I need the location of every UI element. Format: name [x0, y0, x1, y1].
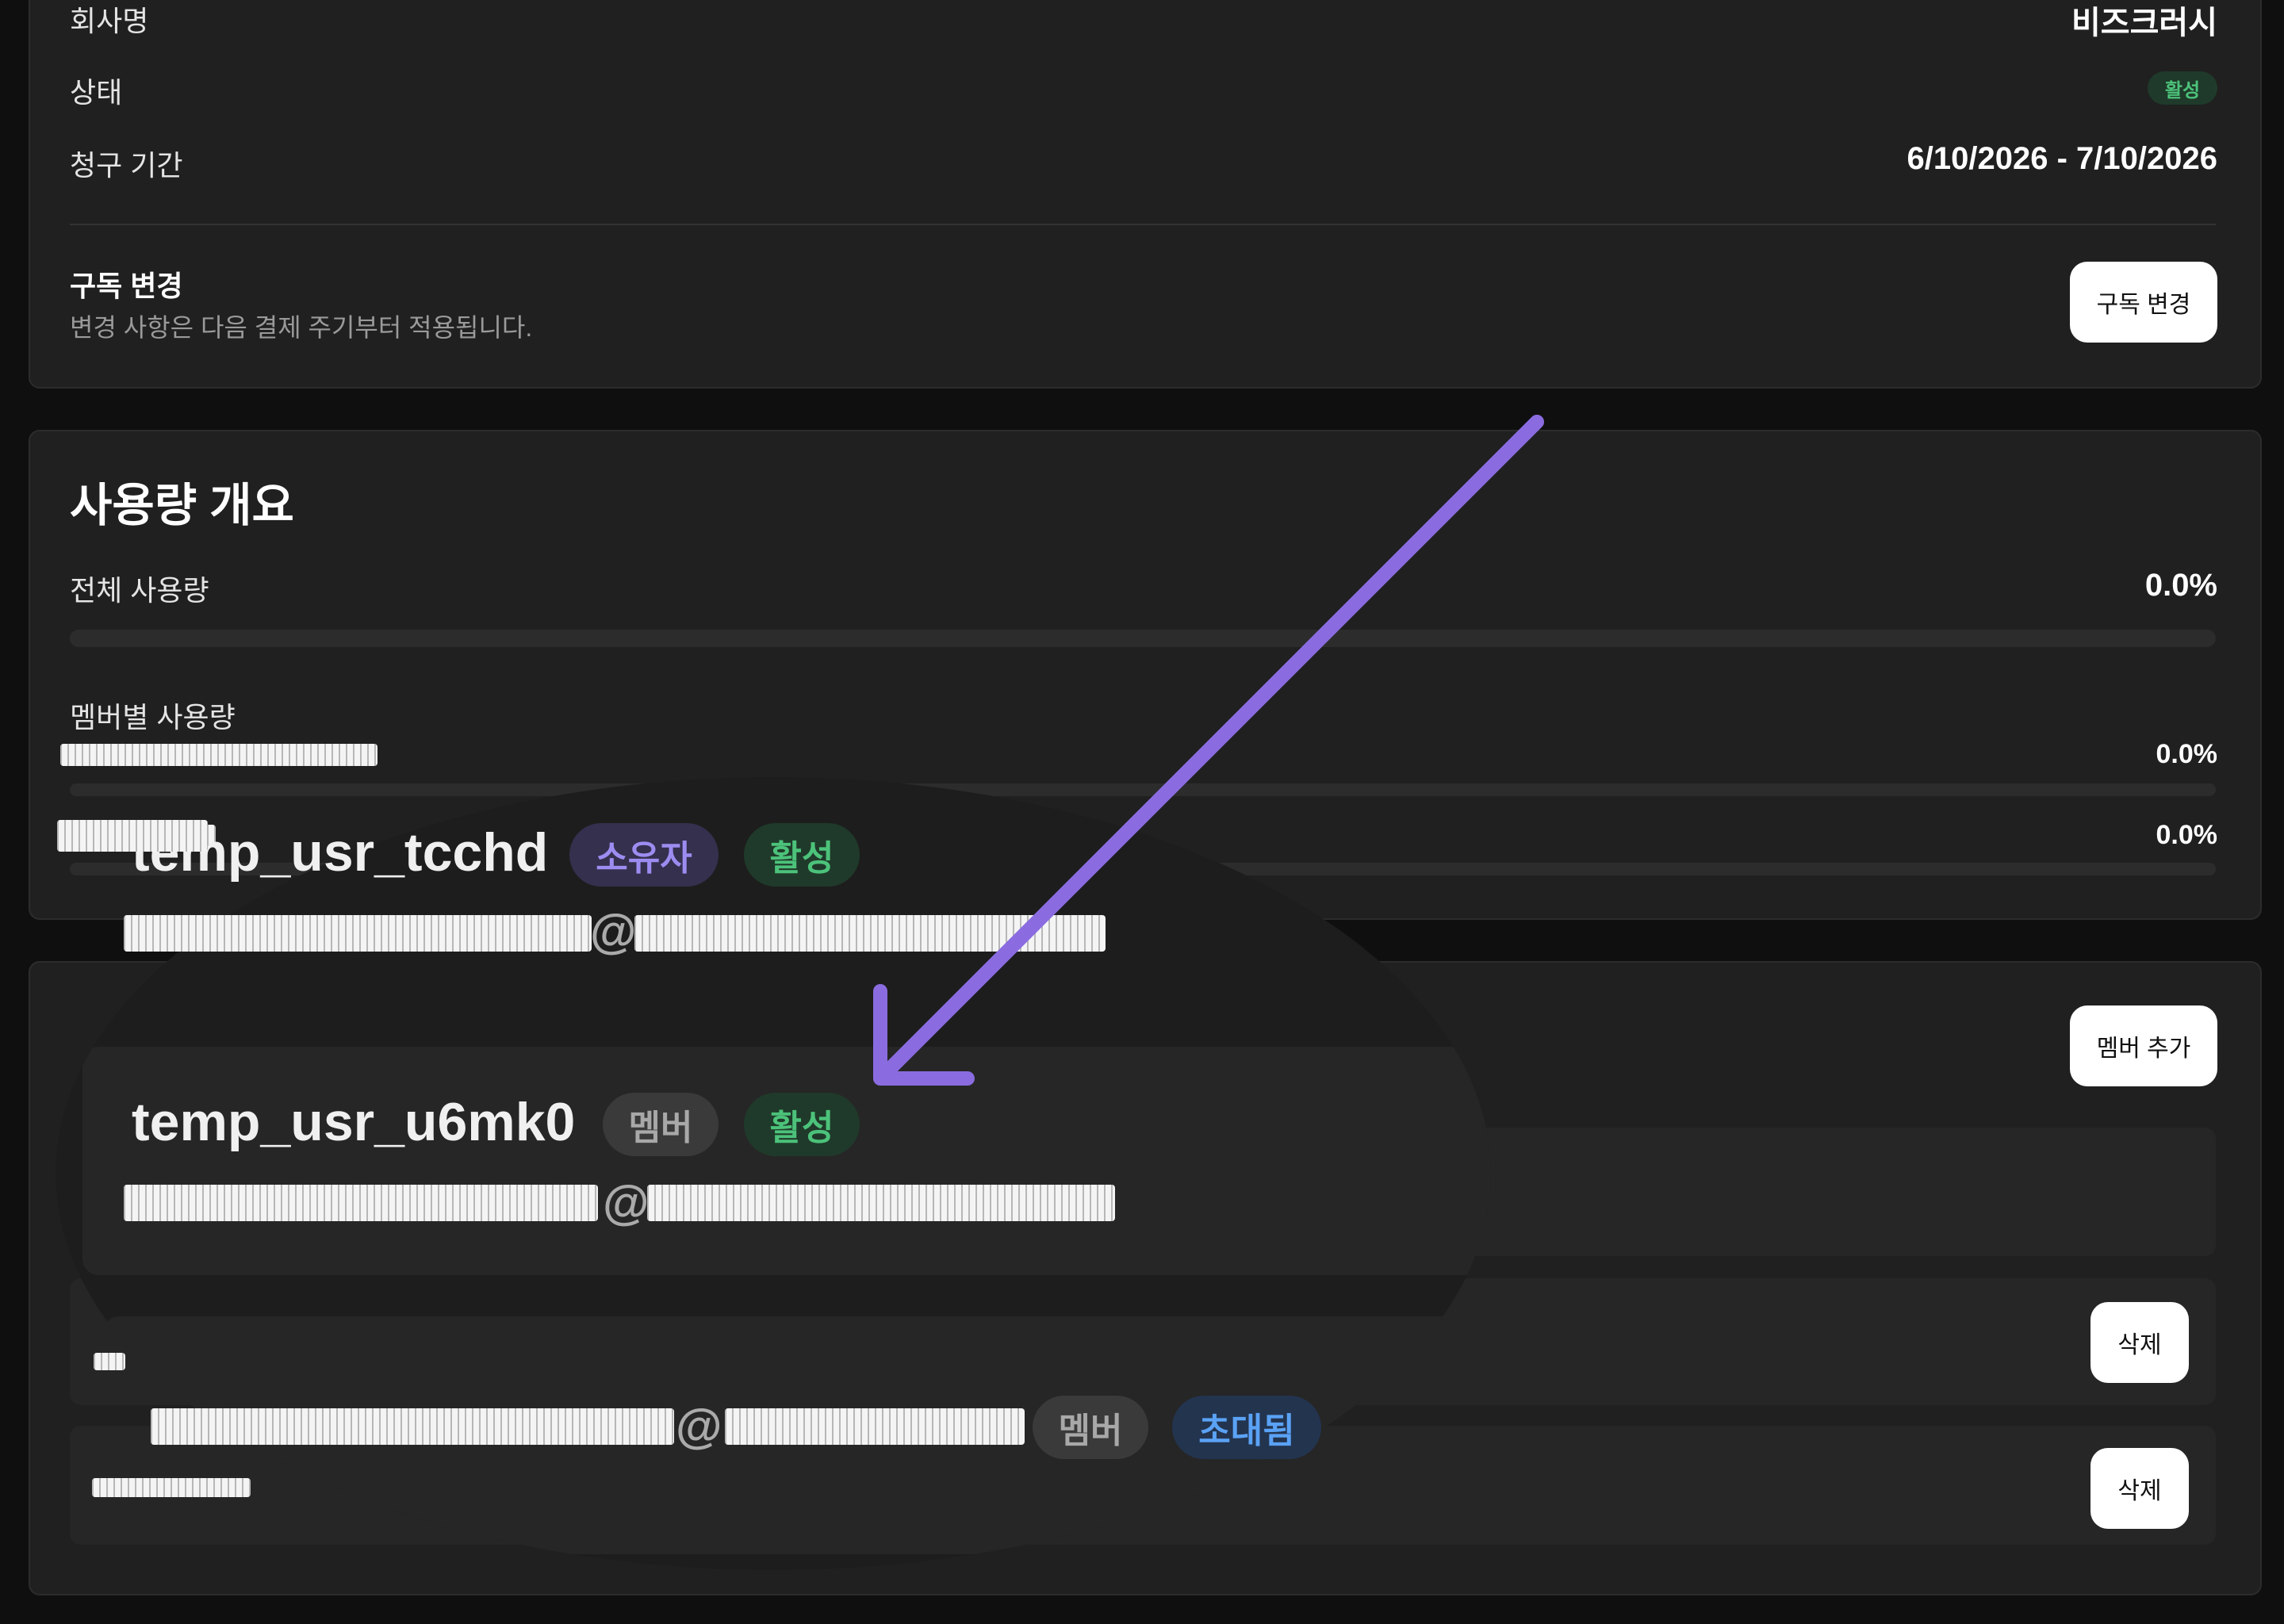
- status-badge: 활성: [2148, 71, 2217, 105]
- redacted-email-local: [151, 1408, 674, 1445]
- delete-member-button[interactable]: 삭제: [2090, 1302, 2189, 1383]
- redacted-email-domain: [647, 1185, 1115, 1221]
- member-usage-label: 멤버별 사용량: [70, 701, 236, 733]
- change-subscription-description: 변경 사항은 다음 결제 주기부터 적용됩니다.: [70, 313, 533, 342]
- billing-value: 6/10/2026 - 7/10/2026: [1907, 141, 2217, 176]
- zoom-at-sign: @: [590, 905, 637, 958]
- company-value: 비즈크러시: [2071, 6, 2217, 40]
- member-usage-value: 0.0%: [2156, 739, 2218, 769]
- zoom-at-sign: @: [603, 1176, 650, 1229]
- total-usage-value: 0.0%: [2144, 568, 2217, 603]
- add-member-button[interactable]: 멤버 추가: [2070, 1005, 2217, 1086]
- status-label: 상태: [70, 76, 123, 109]
- delete-member-button[interactable]: 삭제: [2090, 1448, 2189, 1529]
- active-badge: 활성: [744, 823, 860, 887]
- company-label: 회사명: [70, 5, 149, 37]
- redacted-email-domain: [725, 1408, 1025, 1445]
- member-usage-bar: [70, 783, 2216, 796]
- active-badge: 활성: [744, 1093, 860, 1156]
- redacted-email-local: [124, 915, 592, 952]
- redacted-member-email: [60, 744, 377, 766]
- usage-title: 사용량 개요: [70, 480, 294, 531]
- member-badge: 멤버: [603, 1093, 719, 1156]
- member-usage-value: 0.0%: [2156, 820, 2218, 850]
- owner-badge: 소유자: [569, 823, 719, 887]
- change-subscription-button[interactable]: 구독 변경: [2070, 262, 2217, 343]
- member-badge: 멤버: [1033, 1396, 1148, 1459]
- total-usage-bar: [70, 630, 2216, 647]
- change-subscription-title: 구독 변경: [70, 270, 183, 302]
- zoom-row-2: [82, 1047, 1491, 1275]
- redacted-email-local: [124, 1185, 598, 1221]
- divider: [70, 224, 2216, 225]
- billing-label: 청구 기간: [70, 149, 183, 182]
- invited-badge: 초대됨: [1172, 1396, 1321, 1459]
- zoom-at-sign: @: [676, 1400, 722, 1453]
- total-usage-label: 전체 사용량: [70, 574, 209, 607]
- zoom-user2-name: temp_usr_u6mk0: [132, 1092, 576, 1152]
- redacted-username-prefix: [57, 820, 208, 852]
- redacted-email-domain: [634, 915, 1106, 952]
